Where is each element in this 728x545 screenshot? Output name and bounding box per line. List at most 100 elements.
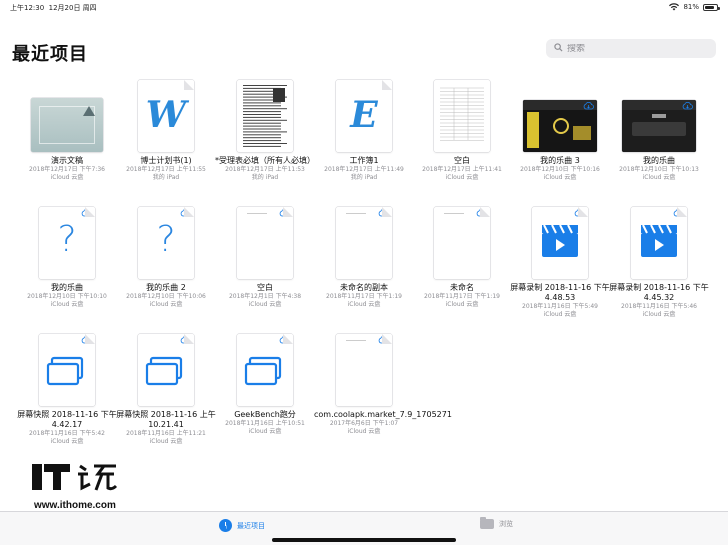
file-date: 2018年12月10日 下午10:06 [126,293,206,300]
file-glyph: E [350,94,378,136]
clock-icon [219,519,232,532]
file-name: GeekBench跑分 2018年11月16日 上午10:51 iCloud 云盘 [215,410,315,436]
cloud-download-icon[interactable] [378,335,389,344]
ithome-watermark: www.ithome.com [30,460,122,511]
file-thumbnail[interactable] [237,334,293,406]
file-date: 2018年12月10日 下午10:10 [27,293,107,300]
file-date: 2017年6月6日 下午1:07 [329,420,399,427]
wifi-icon [669,3,680,11]
file-thumbnail[interactable] [31,98,103,152]
video-icon [542,224,578,257]
search-box[interactable] [546,39,716,58]
screenshot-icon [46,356,84,386]
home-indicator[interactable] [272,538,456,542]
cloud-download-icon[interactable] [378,208,389,217]
file-name: 工作簿1 2018年12月17日 上午11:49 我的 iPad [314,156,414,182]
file-date: 2018年11月17日 下午1:19 [326,293,402,300]
battery-percent: 81% [683,3,699,11]
file-thumbnail[interactable] [434,80,490,152]
file-name: com.coolapk.market_7.9_1705271 2017年6月6日 … [314,410,452,435]
cloud-download-icon[interactable] [180,208,191,217]
file-name: 我的乐曲 2018年12月10日 下午10:10 iCloud 云盘 [17,283,117,309]
cloud-download-icon[interactable] [574,208,585,217]
file-thumbnail[interactable] [138,334,194,406]
file-name: 屏幕录制 2018-11-16 下午4.48.53 2018年11月16日 下午5… [510,283,610,318]
file-date: 2018年12月17日 下午7:36 [29,166,105,173]
file-date: 2018年11月17日 下午1:19 [424,293,500,300]
tab-browse[interactable]: 浏览 [480,517,513,529]
file-date: 2018年12月17日 上午11:41 [422,166,502,173]
file-thumbnail[interactable] [237,80,293,152]
watermark-url: www.ithome.com [34,500,116,511]
file-location: iCloud 云盘 [50,438,84,445]
file-thumbnail[interactable] [523,100,597,152]
file-location: iCloud 云盘 [642,311,676,318]
file-thumbnail[interactable] [631,207,687,279]
file-name: 未命名的副本 2018年11月17日 下午1:19 iCloud 云盘 [314,283,414,309]
file-location: iCloud 云盘 [543,311,577,318]
cloud-download-icon[interactable] [673,208,684,217]
file-date: 2018年12月1日 下午4:38 [228,293,302,300]
screenshot-icon [145,356,183,386]
status-time: 上午12:30 12月20日 周四 [10,4,97,12]
file-name: *受理表必填（所有人必填） 2018年12月17日 上午11:53 我的 iPad [215,156,315,181]
status-bar: 上午12:30 12月20日 周四 81% [0,0,728,14]
file-location: iCloud 云盘 [50,174,84,181]
file-thumbnail[interactable] [336,207,392,279]
folder-icon [480,517,494,529]
file-name: 未命名 2018年11月17日 下午1:19 iCloud 云盘 [412,283,512,309]
search-input[interactable] [567,43,707,54]
file-location: 我的 iPad [152,174,180,181]
battery-icon [703,3,720,11]
file-name: 我的乐曲 3 2018年12月10日 下午10:16 iCloud 云盘 [510,156,610,182]
file-thumbnail[interactable] [39,334,95,406]
video-icon [641,224,677,257]
status-right: 81% [669,3,720,11]
file-thumbnail[interactable]: ? [138,207,194,279]
cloud-download-icon[interactable] [682,101,693,110]
file-location: iCloud 云盘 [347,301,381,308]
file-date: 2018年11月16日 下午5:49 [522,303,598,310]
file-name: 我的乐曲 2018年12月10日 下午10:13 iCloud 云盘 [609,156,709,182]
file-thumbnail[interactable] [532,207,588,279]
file-name: 屏幕录制 2018-11-16 下午4.45.32 2018年11月16日 下午5… [609,283,709,318]
file-location: iCloud 云盘 [347,428,381,435]
file-date: 2018年11月16日 上午10:51 [225,420,305,427]
file-date: 2018年11月16日 上午11:21 [126,430,206,437]
file-name: 演示文稿 2018年12月17日 下午7:36 iCloud 云盘 [17,156,117,182]
file-location: iCloud 云盘 [50,301,84,308]
cloud-download-icon[interactable] [279,335,290,344]
file-name: 我的乐曲 2 2018年12月10日 下午10:06 iCloud 云盘 [116,283,216,309]
tab-browse-label: 浏览 [499,520,513,528]
file-location: iCloud 云盘 [149,301,183,308]
file-thumbnail[interactable]: E [336,80,392,152]
tab-recent[interactable]: 最近项目 [219,519,265,532]
file-date: 2018年12月17日 上午11:55 [126,166,206,173]
file-thumbnail[interactable] [336,334,392,406]
file-date: 2018年12月17日 上午11:53 [225,166,305,173]
file-location: iCloud 云盘 [248,428,282,435]
cloud-download-icon[interactable] [583,101,594,110]
file-location: iCloud 云盘 [445,301,479,308]
file-date: 2018年12月10日 下午10:16 [520,166,600,173]
file-date: 2018年11月16日 下午5:46 [621,303,697,310]
file-thumbnail[interactable]: W [138,80,194,152]
search-icon [554,42,563,55]
unknown-file-icon: ? [57,219,77,260]
file-location: 我的 iPad [350,174,378,181]
file-thumbnail[interactable] [434,207,490,279]
cloud-download-icon[interactable] [279,208,290,217]
cloud-download-icon[interactable] [81,208,92,217]
file-date: 2018年11月16日 下午5:42 [29,430,105,437]
screenshot-icon [244,356,282,386]
cloud-download-icon[interactable] [81,335,92,344]
file-thumbnail[interactable]: ? [39,207,95,279]
file-location: iCloud 云盘 [543,174,577,181]
file-thumbnail[interactable] [237,207,293,279]
cloud-download-icon[interactable] [180,335,191,344]
unknown-file-icon: ? [156,219,176,260]
cloud-download-icon[interactable] [476,208,487,217]
file-thumbnail[interactable] [622,100,696,152]
tab-recent-label: 最近项目 [237,521,265,530]
file-name: 屏幕快照 2018-11-16 上午10.21.41 2018年11月16日 上午… [116,410,216,445]
